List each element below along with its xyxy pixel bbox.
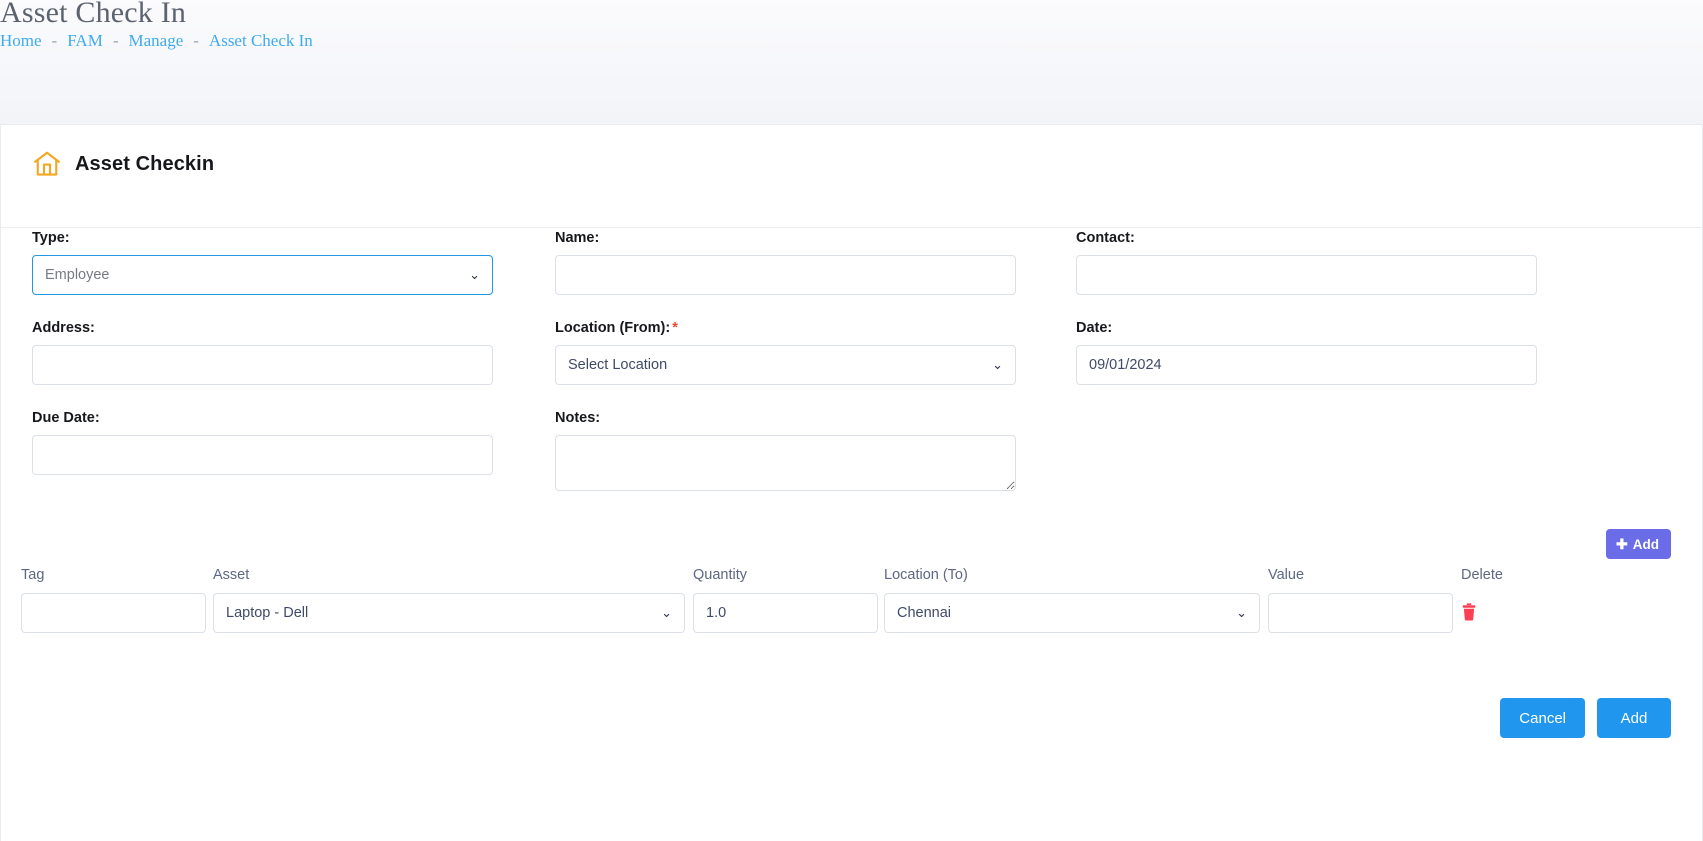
name-label: Name: — [555, 230, 600, 246]
field-type: Type: Employee ⌄ — [32, 229, 493, 295]
field-notes: Notes: — [555, 409, 1016, 491]
due-date-label: Due Date: — [32, 410, 100, 426]
location-to-select-wrapper[interactable]: Chennai ⌄ — [884, 593, 1260, 633]
breadcrumb-separator: - — [51, 31, 58, 50]
date-input[interactable] — [1076, 345, 1537, 385]
field-due-date: Due Date: — [32, 409, 493, 475]
location-from-label: Location (From): * — [555, 319, 1016, 337]
notes-label: Notes: — [555, 410, 601, 426]
cell-value — [1268, 593, 1453, 633]
quantity-input[interactable] — [693, 593, 878, 633]
column-header-value: Value — [1268, 567, 1305, 583]
column-header-tag: Tag — [21, 567, 45, 583]
breadcrumb-item-fam[interactable]: FAM — [67, 31, 103, 50]
asset-checkin-card: Asset Checkin Type: Employee ⌄ Name: Con… — [0, 124, 1703, 841]
field-date: Date: — [1076, 319, 1537, 385]
breadcrumb-item-asset-check-in[interactable]: Asset Check In — [209, 31, 313, 50]
field-contact: Contact: — [1076, 229, 1537, 295]
column-header-location-to: Location (To) — [884, 567, 968, 583]
items-table-header: Tag Asset Quantity Location (To) Value D… — [21, 567, 1684, 593]
breadcrumb-item-manage[interactable]: Manage — [128, 31, 183, 50]
field-name: Name: — [555, 229, 1016, 295]
asset-select[interactable] — [213, 593, 685, 633]
add-row-button[interactable]: ✚ Add — [1606, 529, 1671, 559]
location-from-select[interactable] — [555, 345, 1016, 385]
asset-select-wrapper[interactable]: Laptop - Dell ⌄ — [213, 593, 685, 633]
asset-checkin-form: Type: Employee ⌄ Name: Contact: Address: — [1, 229, 1703, 499]
column-header-asset: Asset — [213, 567, 250, 583]
name-input[interactable] — [555, 255, 1016, 295]
tag-input[interactable] — [21, 593, 206, 633]
items-table: Tag Asset Quantity Location (To) Value D… — [21, 567, 1684, 639]
type-select[interactable] — [32, 255, 493, 295]
page-header-band: Asset Check In Home - FAM - Manage - Asset Che… — [0, 0, 1703, 124]
cell-quantity — [693, 593, 878, 633]
column-header-quantity: Quantity — [693, 567, 747, 583]
form-actions: Cancel Add — [1500, 698, 1671, 738]
field-location-from: Location (From): * Select Location ⌄ — [555, 319, 1016, 385]
cell-asset: Laptop - Dell ⌄ — [213, 593, 685, 633]
value-input[interactable] — [1268, 593, 1453, 633]
plus-icon: ✚ — [1616, 536, 1628, 552]
address-input[interactable] — [32, 345, 493, 385]
contact-input[interactable] — [1076, 255, 1537, 295]
card-title: Asset Checkin — [75, 152, 215, 175]
trash-icon[interactable] — [1461, 603, 1521, 621]
date-label: Date: — [1076, 320, 1113, 336]
location-from-select-wrapper[interactable]: Select Location ⌄ — [555, 345, 1016, 385]
type-select-wrapper[interactable]: Employee ⌄ — [32, 255, 493, 295]
column-header-delete: Delete — [1461, 567, 1503, 583]
location-from-label-text: Location (From): — [555, 320, 671, 336]
cell-tag — [21, 593, 206, 633]
cancel-button[interactable]: Cancel — [1500, 698, 1585, 738]
card-header: Asset Checkin — [1, 125, 1702, 228]
location-to-select[interactable] — [884, 593, 1260, 633]
due-date-input[interactable] — [32, 435, 493, 475]
form-row-1: Type: Employee ⌄ Name: Contact: — [1, 229, 1703, 319]
address-label: Address: — [32, 320, 95, 336]
breadcrumb-separator: - — [112, 31, 119, 50]
page-title: Asset Check In — [0, 0, 187, 29]
cell-delete — [1461, 593, 1521, 621]
required-asterisk: * — [672, 320, 678, 336]
notes-textarea[interactable] — [555, 435, 1016, 491]
form-row-3: Due Date: Notes: — [1, 409, 1703, 499]
house-icon — [32, 149, 62, 179]
cell-location-to: Chennai ⌄ — [884, 593, 1260, 633]
table-row: Laptop - Dell ⌄ Chennai ⌄ — [21, 593, 1684, 639]
field-address: Address: — [32, 319, 493, 385]
breadcrumb: Home - FAM - Manage - Asset Check In — [0, 31, 313, 51]
breadcrumb-separator: - — [193, 31, 199, 50]
submit-add-button[interactable]: Add — [1597, 698, 1671, 738]
form-row-2: Address: Location (From): * Select Locati… — [1, 319, 1703, 409]
type-label: Type: — [32, 230, 70, 246]
breadcrumb-item-home[interactable]: Home — [0, 31, 42, 50]
contact-label: Contact: — [1076, 230, 1135, 246]
add-row-button-label: Add — [1632, 536, 1659, 552]
